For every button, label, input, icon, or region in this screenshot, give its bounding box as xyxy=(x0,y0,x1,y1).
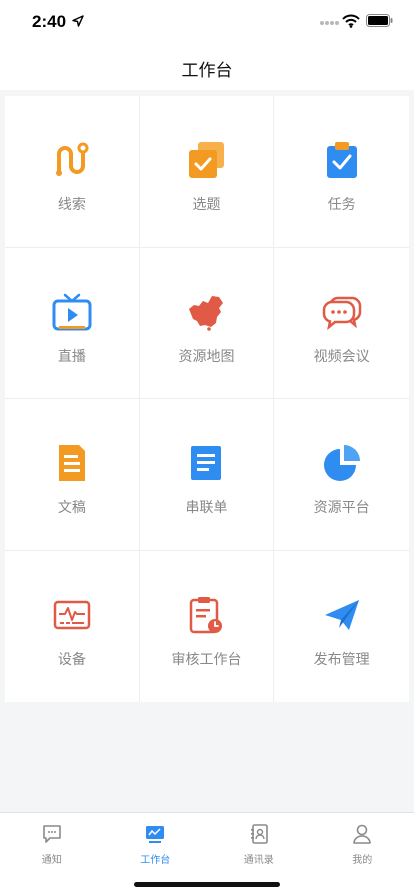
home-indicator[interactable] xyxy=(134,882,280,887)
paper-plane-icon xyxy=(324,599,359,630)
tab-label: 工作台 xyxy=(140,855,171,866)
clue-icon xyxy=(55,142,89,176)
grid-item-label: 直播 xyxy=(57,348,86,365)
task-clipboard-icon xyxy=(326,142,357,178)
tv-live-icon xyxy=(52,293,92,330)
workbench-icon xyxy=(146,826,165,843)
grid-item-clue[interactable]: 线索 xyxy=(5,96,140,248)
grid-item-label: 视频会议 xyxy=(313,348,370,365)
chat-bubbles-icon xyxy=(322,296,361,330)
grid-item-resource-platform[interactable]: 资源平台 xyxy=(274,399,409,551)
status-time: 2:40 xyxy=(32,12,67,31)
list-document-icon xyxy=(191,446,222,480)
grid-item-video-meeting[interactable]: 视频会议 xyxy=(274,248,409,399)
grid-item-label: 审核工作台 xyxy=(171,651,242,668)
grid-item-resource-map[interactable]: 资源地图 xyxy=(139,247,275,399)
tab-notifications[interactable]: 通知 xyxy=(0,813,104,896)
message-icon xyxy=(42,825,61,843)
grid-item-label: 线索 xyxy=(57,197,86,213)
tab-label: 我的 xyxy=(352,855,373,866)
grid-item-review-workbench[interactable]: 审核工作台 xyxy=(140,550,275,702)
grid-item-label: 资源平台 xyxy=(313,500,370,516)
grid-item-label: 文稿 xyxy=(57,500,86,516)
contacts-icon xyxy=(250,824,268,844)
grid-item-label: 发布管理 xyxy=(313,651,370,668)
review-clipboard-icon xyxy=(190,596,223,633)
signal-icon xyxy=(320,21,339,25)
profile-icon xyxy=(353,824,372,844)
grid-item-device[interactable]: 设备 xyxy=(5,550,140,702)
grid-item-label: 选题 xyxy=(192,197,221,213)
topic-icon xyxy=(189,142,225,178)
battery-icon xyxy=(366,14,393,27)
grid-item-rundown[interactable]: 串联单 xyxy=(139,399,275,551)
nav-bar: 工作台 xyxy=(0,44,414,90)
document-icon xyxy=(58,445,85,481)
grid-item-live[interactable]: 直播 xyxy=(5,247,140,399)
grid-item-publish-management[interactable]: 发布管理 xyxy=(274,551,409,703)
pie-chart-icon xyxy=(323,445,360,481)
status-bar: 2:40 xyxy=(0,0,414,44)
grid-item-label: 任务 xyxy=(327,197,356,213)
wifi-icon xyxy=(342,14,360,28)
grid-item-manuscript[interactable]: 文稿 xyxy=(5,399,140,551)
grid-item-label: 资源地图 xyxy=(178,348,235,365)
tab-label: 通讯录 xyxy=(243,855,274,866)
tab-label: 通知 xyxy=(41,855,62,866)
workbench-grid: 线索 选题 任务 直播 资源地图 视频会议 文稿 串联单 资源平台 设备 审核工… xyxy=(5,96,409,702)
tab-profile[interactable]: 我的 xyxy=(311,813,414,896)
china-map-icon xyxy=(189,295,224,331)
page-title: 工作台 xyxy=(181,61,233,81)
grid-item-task[interactable]: 任务 xyxy=(274,96,409,248)
grid-item-topic[interactable]: 选题 xyxy=(139,96,275,248)
grid-item-label: 设备 xyxy=(57,651,86,668)
device-monitor-icon xyxy=(53,600,91,629)
grid-item-label: 串联单 xyxy=(185,500,228,516)
location-arrow-icon xyxy=(72,15,84,27)
